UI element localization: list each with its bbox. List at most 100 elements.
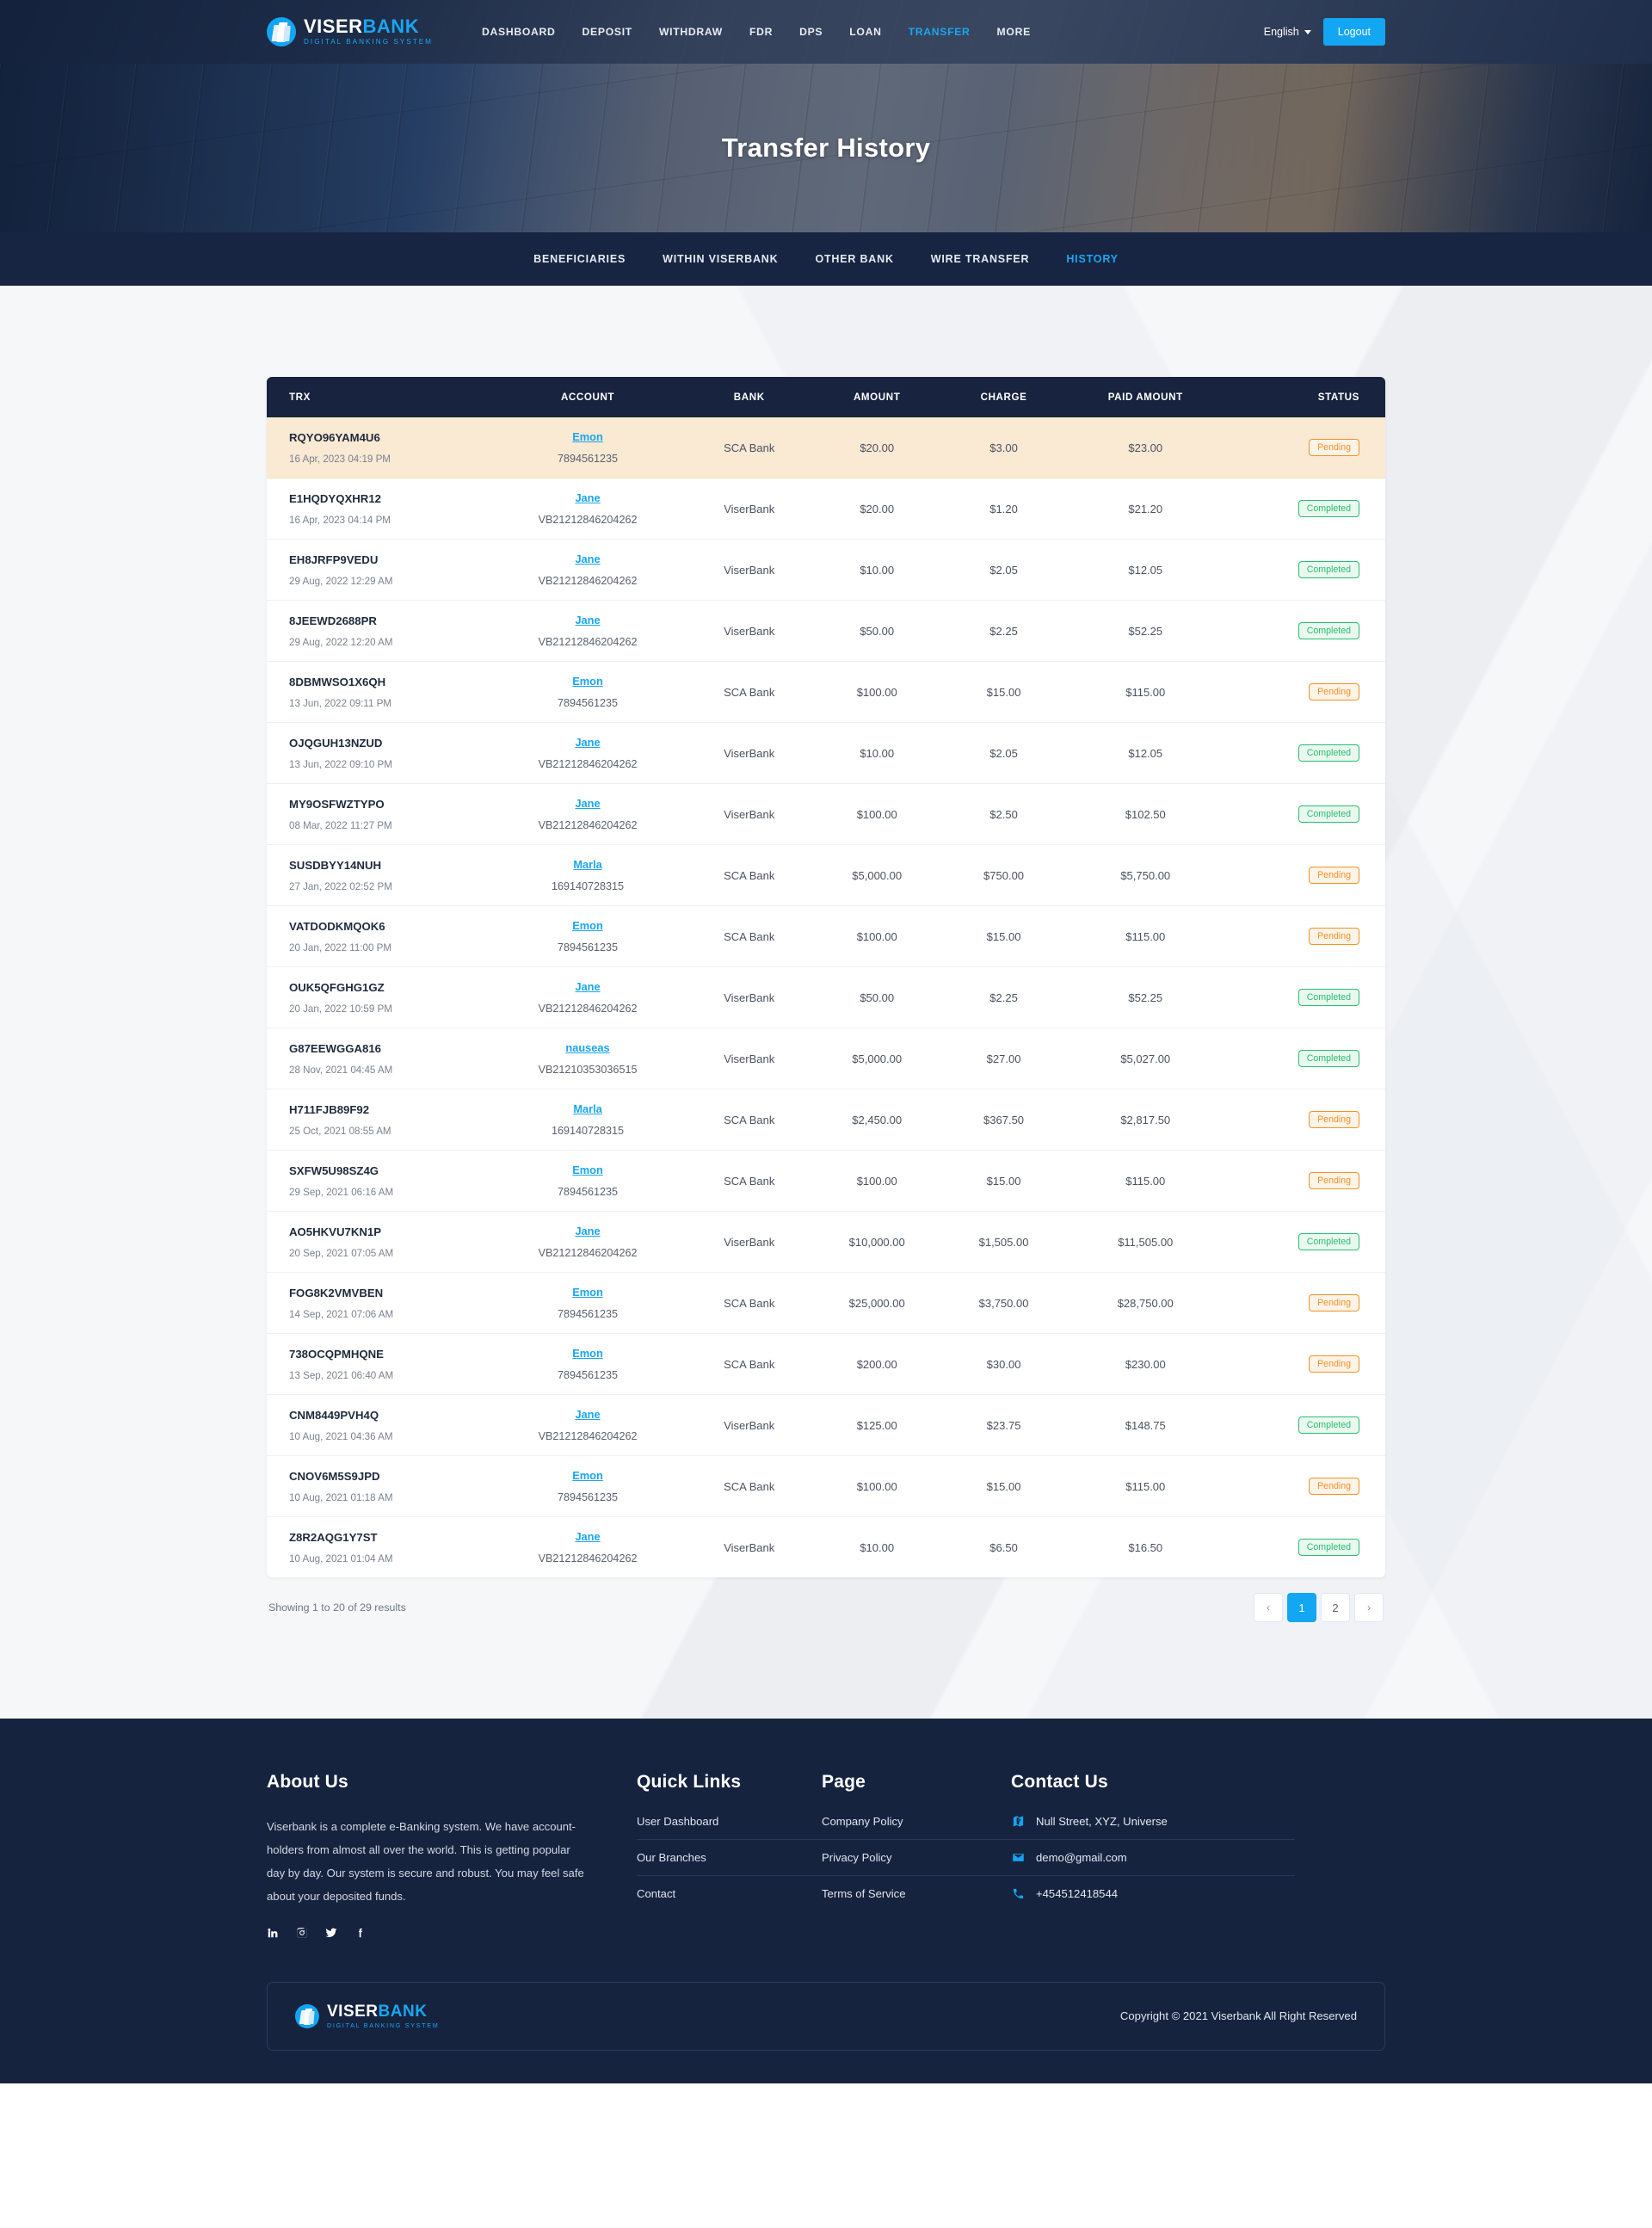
account-holder-link[interactable]: Emon xyxy=(502,919,674,932)
subnav-item-other-bank[interactable]: OTHER BANK xyxy=(815,253,893,265)
logout-button[interactable]: Logout xyxy=(1322,18,1385,46)
pagination-button[interactable]: › xyxy=(1354,1593,1384,1622)
nav-item-fdr[interactable]: FDR xyxy=(749,26,773,38)
account-holder-link[interactable]: Emon xyxy=(502,1163,674,1176)
pagination-button[interactable]: 2 xyxy=(1321,1593,1350,1622)
brand-logo[interactable]: VISERBANK DIGITAL BANKING SYSTEM xyxy=(267,17,433,46)
account-holder-link[interactable]: nauseas xyxy=(502,1041,674,1054)
account-holder-link[interactable]: Jane xyxy=(502,491,674,504)
chevron-down-icon xyxy=(1304,29,1311,34)
cell-paid-amount: $16.50 xyxy=(1128,1540,1163,1554)
subnav-item-beneficiaries[interactable]: BENEFICIARIES xyxy=(533,253,626,265)
trx-id: SUSDBYY14NUH xyxy=(289,858,381,872)
account-holder-link[interactable]: Emon xyxy=(502,430,674,443)
cell-charge: $30.00 xyxy=(942,1333,1065,1395)
page-title: Transfer History xyxy=(721,133,931,163)
copyright-bar: VISERBANK DIGITAL BANKING SYSTEM Copyrig… xyxy=(267,1982,1385,2051)
account-holder-link[interactable]: Emon xyxy=(502,1286,674,1299)
nav-item-dps[interactable]: DPS xyxy=(799,26,823,38)
footer-link-company-policy[interactable]: Company Policy xyxy=(822,1815,1011,1839)
cell-status: Completed xyxy=(1226,722,1385,784)
nav-item-withdraw[interactable]: WITHDRAW xyxy=(659,26,723,38)
cell-bank: SCA Bank xyxy=(687,417,811,478)
pagination-button[interactable]: 1 xyxy=(1287,1593,1316,1622)
cell-bank: SCA Bank xyxy=(687,1333,811,1395)
cell-trx: EH8JRFP9VEDU 29 Aug, 2022 12:29 AM xyxy=(267,539,489,601)
footer-link-terms-of-service[interactable]: Terms of Service xyxy=(822,1876,1011,1911)
status-badge: Pending xyxy=(1309,1172,1359,1189)
trx-id: OJQGUH13NZUD xyxy=(289,736,383,750)
pagination: ‹ 1 2 › xyxy=(1254,1593,1384,1622)
subnav-item-within-viserbank[interactable]: WITHIN VISERBANK xyxy=(663,253,778,265)
trx-id: OUK5QFGHG1GZ xyxy=(289,980,385,994)
cell-status: Pending xyxy=(1226,1150,1385,1212)
cell-charge: $367.50 xyxy=(942,1089,1065,1151)
account-holder-link[interactable]: Marla xyxy=(502,1102,674,1115)
trx-id: AO5HKVU7KN1P xyxy=(289,1225,381,1238)
footer-quick-links-title: Quick Links xyxy=(637,1772,742,1792)
account-holder-link[interactable]: Jane xyxy=(502,736,674,749)
footer-page-links-list: Company Policy Privacy Policy Terms of S… xyxy=(822,1815,1011,1911)
trx-date: 27 Jan, 2022 02:52 PM xyxy=(289,880,392,892)
footer-contact-column: Contact Us Null Street, XYZ, Universe de… xyxy=(1011,1772,1295,1939)
cell-amount: $10.00 xyxy=(811,539,943,601)
trx-date: 10 Aug, 2021 04:36 AM xyxy=(289,1430,393,1442)
account-holder-link[interactable]: Jane xyxy=(502,1408,674,1421)
cell-amount: $5,000.00 xyxy=(811,844,943,906)
cell-paid-amount: $21.20 xyxy=(1064,478,1227,540)
footer-link-user-dashboard[interactable]: User Dashboard xyxy=(637,1815,822,1839)
table-row: H711FJB89F92 25 Oct, 2021 08:55 AM Marla 16… xyxy=(267,1089,1385,1151)
status-badge: Pending xyxy=(1309,683,1359,700)
footer-link-our-branches[interactable]: Our Branches xyxy=(637,1840,822,1875)
nav-item-transfer[interactable]: TRANSFER xyxy=(909,26,971,38)
pagination-button[interactable]: ‹ xyxy=(1254,1593,1283,1622)
twitter-icon[interactable] xyxy=(325,1927,337,1939)
language-selector[interactable]: English xyxy=(1264,26,1311,38)
account-holder-link[interactable]: Jane xyxy=(502,1530,674,1543)
footer-brand-tagline: DIGITAL BANKING SYSTEM xyxy=(327,2021,440,2030)
subnav-item-history[interactable]: HISTORY xyxy=(1066,253,1118,265)
nav-item-loan[interactable]: LOAN xyxy=(849,26,881,38)
footer-link-contact[interactable]: Contact xyxy=(637,1876,822,1911)
site-footer: About Us Viserbank is a complete e-Banki… xyxy=(0,1719,1652,2083)
account-holder-link[interactable]: Jane xyxy=(502,980,674,993)
cell-paid-amount: $28,750.00 xyxy=(1064,1272,1227,1334)
facebook-icon[interactable] xyxy=(354,1927,367,1939)
linkedin-icon[interactable] xyxy=(267,1927,279,1939)
email-icon xyxy=(1011,1851,1025,1864)
account-holder-link[interactable]: Jane xyxy=(502,614,674,626)
contact-address-item: Null Street, XYZ, Universe xyxy=(1011,1815,1295,1840)
account-number: VB21212846204262 xyxy=(538,1247,638,1259)
status-badge: Pending xyxy=(1309,867,1359,884)
table-row: SUSDBYY14NUH 27 Jan, 2022 02:52 PM Marla 16… xyxy=(267,844,1385,906)
footer-page-links-column: Page Company Policy Privacy Policy Terms… xyxy=(822,1772,1011,1939)
footer-brand-logo[interactable]: VISERBANK DIGITAL BANKING SYSTEM xyxy=(295,2003,440,2030)
table-row: VATDODKMQOK6 20 Jan, 2022 11:00 PM Emon 789… xyxy=(267,905,1385,967)
nav-item-dashboard[interactable]: DASHBOARD xyxy=(482,26,556,38)
cell-amount: $200.00 xyxy=(811,1333,943,1395)
cell-status: Completed xyxy=(1226,539,1385,601)
subnav-item-wire-transfer[interactable]: WIRE TRANSFER xyxy=(931,253,1030,265)
cell-amount: $50.00 xyxy=(811,966,943,1028)
instagram-icon[interactable] xyxy=(296,1927,308,1939)
trx-id: EH8JRFP9VEDU xyxy=(289,552,379,566)
cell-amount: $100.00 xyxy=(811,905,943,967)
account-holder-link[interactable]: Jane xyxy=(502,552,674,565)
results-count-text: Showing 1 to 20 of 29 results xyxy=(268,1602,406,1614)
cell-charge: $2.50 xyxy=(942,783,1065,845)
cell-bank: ViserBank xyxy=(687,478,811,540)
cell-trx: Z8R2AQG1Y7ST 10 Aug, 2021 01:04 AM xyxy=(267,1517,488,1578)
account-holder-link[interactable]: Jane xyxy=(502,797,674,810)
account-number: VB21212846204262 xyxy=(538,1552,638,1565)
account-holder-link[interactable]: Marla xyxy=(502,858,674,871)
trx-id: CNM8449PVH4Q xyxy=(289,1408,379,1422)
nav-item-deposit[interactable]: DEPOSIT xyxy=(583,26,632,38)
account-holder-link[interactable]: Emon xyxy=(502,1347,674,1360)
nav-item-more[interactable]: MORE xyxy=(997,26,1031,38)
status-badge: Completed xyxy=(1298,622,1359,639)
account-holder-link[interactable]: Emon xyxy=(502,675,674,688)
account-holder-link[interactable]: Emon xyxy=(502,1469,674,1482)
account-holder-link[interactable]: Jane xyxy=(502,1225,674,1237)
footer-link-privacy-policy[interactable]: Privacy Policy xyxy=(822,1840,1011,1875)
cell-account: Jane VB21212846204262 xyxy=(488,783,687,845)
